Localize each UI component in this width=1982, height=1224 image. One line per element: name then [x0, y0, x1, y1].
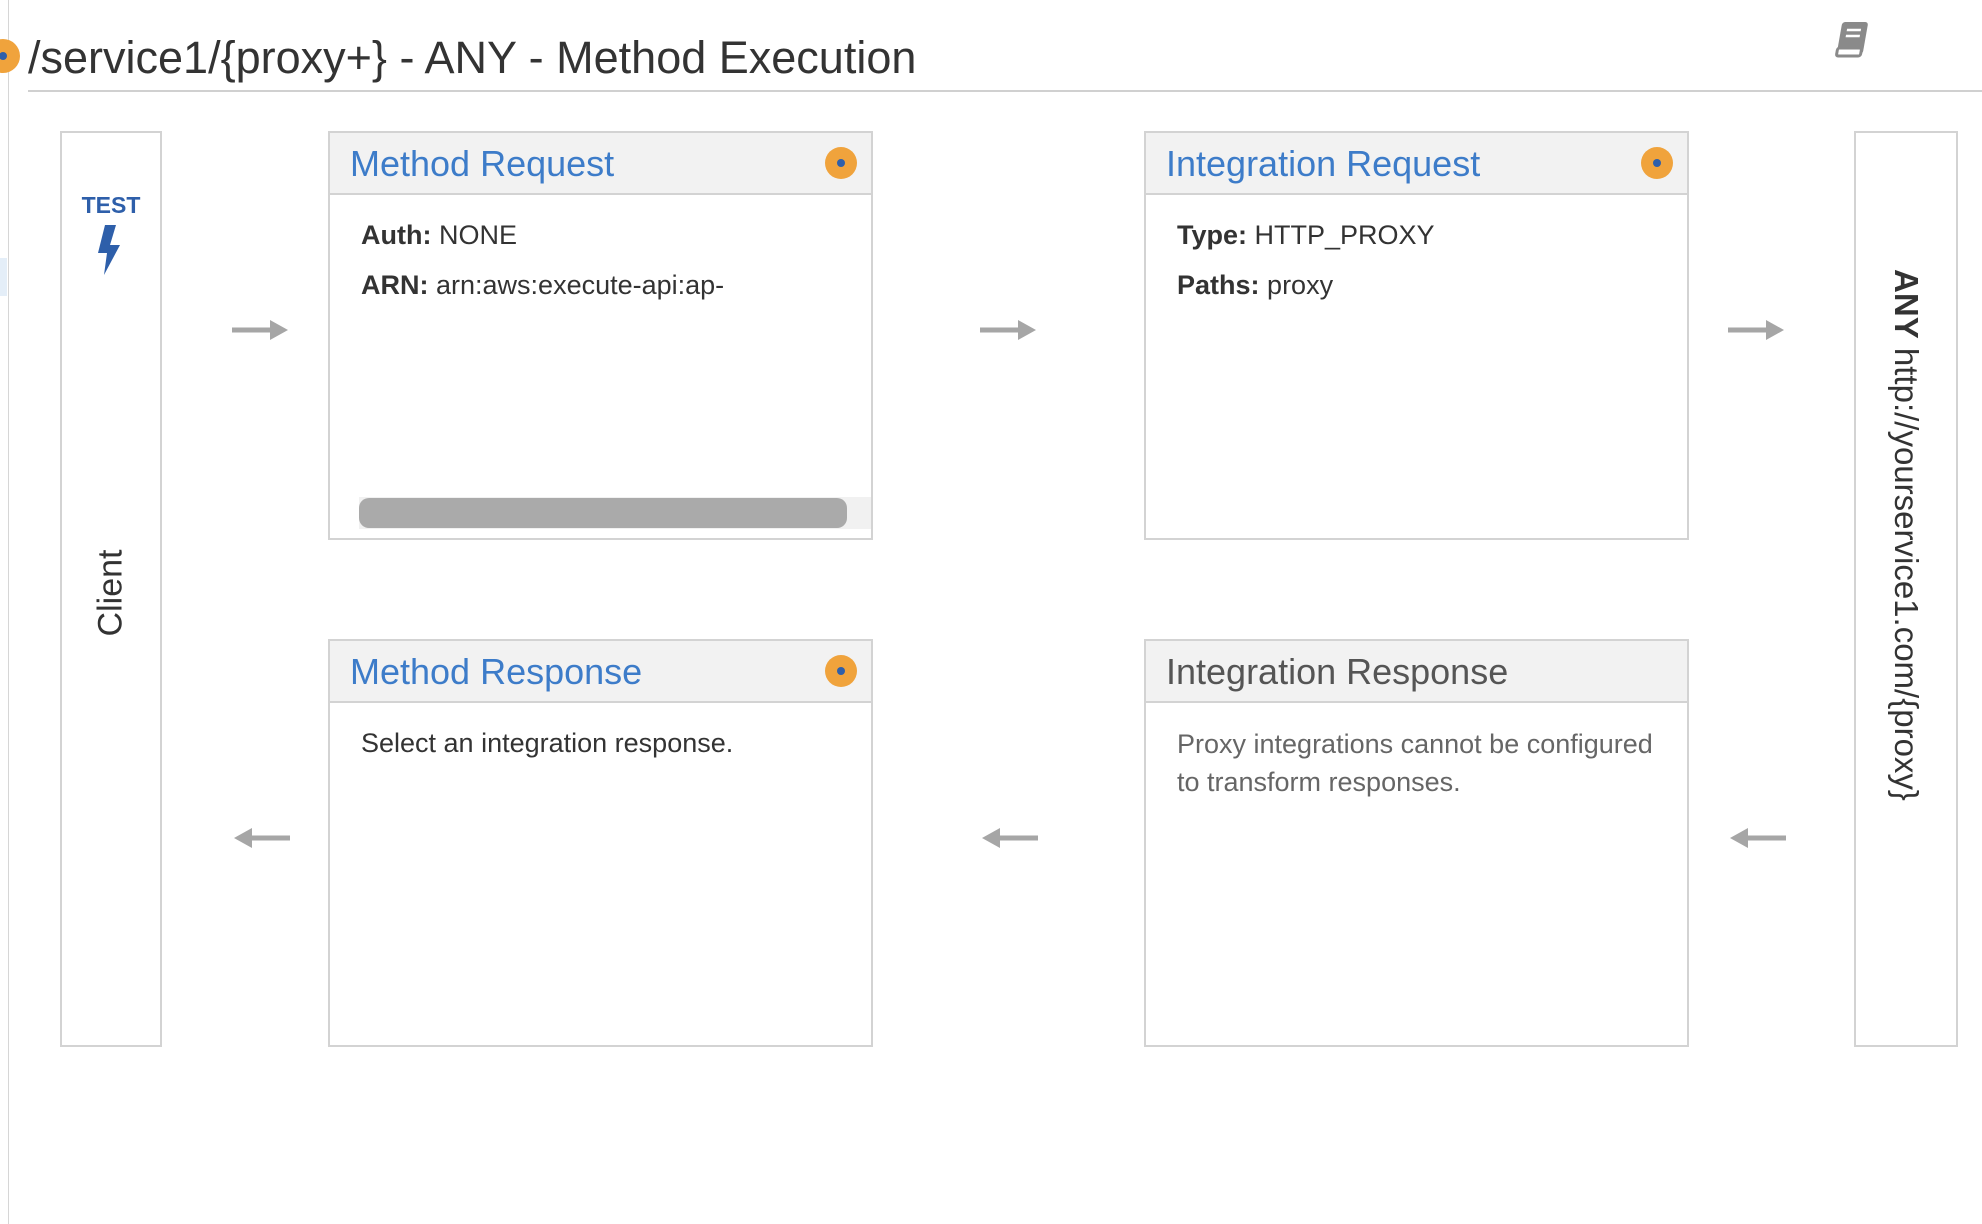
paths-value: proxy — [1267, 270, 1334, 300]
client-label: Client — [91, 549, 130, 637]
arrow-right-icon — [1728, 320, 1784, 340]
scrollbar-thumb[interactable] — [359, 498, 847, 528]
left-panel-selection — [0, 258, 7, 296]
orange-dot-icon — [0, 39, 20, 73]
endpoint-panel: ANY http://yourservice1.com/{proxy} — [1854, 131, 1958, 1047]
integration-request-box: Integration Request Type: HTTP_PROXY Pat… — [1144, 131, 1689, 540]
integration-request-body: Type: HTTP_PROXY Paths: proxy — [1146, 195, 1687, 303]
client-panel: TEST Client — [60, 131, 162, 1047]
arn-label: ARN: — [361, 270, 429, 300]
method-response-link[interactable]: Method Response — [350, 651, 642, 693]
test-label: TEST — [81, 192, 141, 218]
header-divider — [28, 90, 1982, 92]
type-row: Type: HTTP_PROXY — [1177, 217, 1687, 253]
test-button[interactable]: TEST — [62, 191, 160, 275]
method-request-box: Method Request Auth: NONE ARN: arn:aws:e… — [328, 131, 873, 540]
method-request-link[interactable]: Method Request — [350, 143, 614, 185]
method-request-header: Method Request — [330, 133, 871, 195]
endpoint-method: ANY — [1888, 269, 1925, 339]
lightning-bolt-icon — [98, 225, 120, 275]
arrow-right-icon — [980, 320, 1036, 340]
auth-label: Auth: — [361, 220, 432, 250]
orange-dot-icon — [825, 655, 857, 687]
integration-response-title: Integration Response — [1166, 651, 1509, 692]
integration-response-header: Integration Response — [1146, 641, 1687, 703]
page-title: /service1/{proxy+} - ANY - Method Execut… — [28, 32, 917, 83]
paths-row: Paths: proxy — [1177, 267, 1687, 303]
arn-row: ARN: arn:aws:execute-api:ap- — [361, 267, 871, 303]
orange-dot-icon — [1641, 147, 1673, 179]
type-value: HTTP_PROXY — [1254, 220, 1435, 250]
integration-request-header: Integration Request — [1146, 133, 1687, 195]
method-request-body: Auth: NONE ARN: arn:aws:execute-api:ap- — [330, 195, 871, 303]
arn-value: arn:aws:execute-api:ap- — [436, 270, 725, 300]
left-panel-border — [8, 0, 9, 1224]
method-response-body: Select an integration response. — [330, 703, 871, 761]
auth-value: NONE — [438, 220, 517, 250]
auth-row: Auth: NONE — [361, 217, 871, 253]
endpoint-url: http://yourservice1.com/{proxy} — [1888, 347, 1925, 801]
integration-request-link[interactable]: Integration Request — [1166, 143, 1480, 185]
book-icon[interactable] — [1830, 18, 1874, 62]
method-response-box: Method Response Select an integration re… — [328, 639, 873, 1047]
horizontal-scrollbar[interactable] — [359, 497, 871, 529]
paths-label: Paths: — [1177, 270, 1260, 300]
integration-response-body: Proxy integrations cannot be configured … — [1146, 703, 1687, 801]
type-label: Type: — [1177, 220, 1248, 250]
integration-response-box: Integration Response Proxy integrations … — [1144, 639, 1689, 1047]
arrow-left-icon — [1730, 828, 1786, 848]
arrow-left-icon — [234, 828, 290, 848]
endpoint-label: ANY http://yourservice1.com/{proxy} — [1887, 269, 1925, 801]
arrow-left-icon — [982, 828, 1038, 848]
method-response-message: Select an integration response. — [361, 728, 734, 758]
method-response-header: Method Response — [330, 641, 871, 703]
arrow-right-icon — [232, 320, 288, 340]
page-header: /service1/{proxy+} - ANY - Method Execut… — [0, 0, 1982, 92]
integration-response-message: Proxy integrations cannot be configured … — [1177, 729, 1653, 797]
orange-dot-icon — [825, 147, 857, 179]
